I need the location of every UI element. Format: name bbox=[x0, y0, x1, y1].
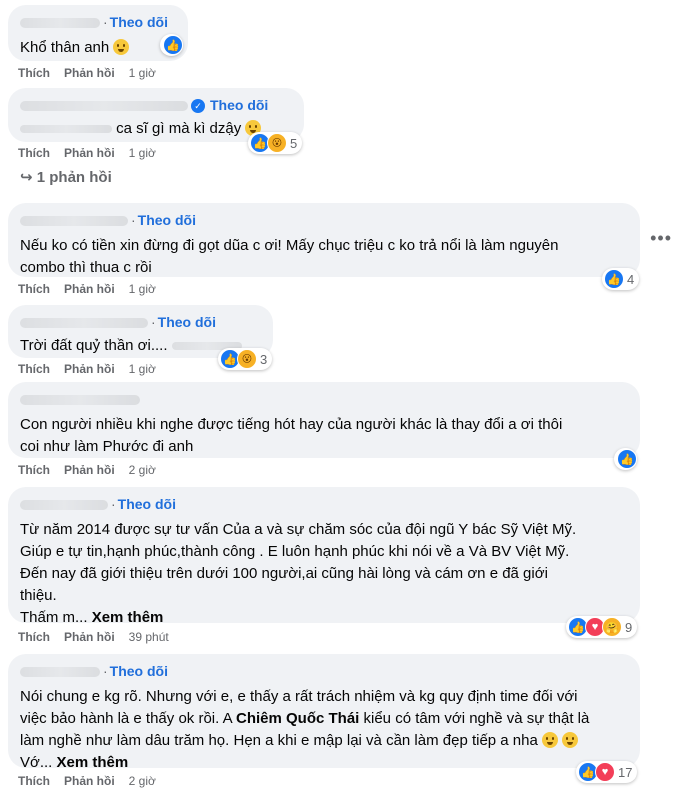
timestamp[interactable]: 1 giờ bbox=[129, 282, 156, 296]
commenter-name[interactable] bbox=[20, 395, 140, 406]
comment-bubble: · Theo dõi Nếu ko có tiền xin đừng đi gọt… bbox=[8, 203, 640, 277]
comment-actions: Thích Phản hồi 1 giờ bbox=[18, 362, 156, 376]
follow-button[interactable]: Theo dõi bbox=[138, 212, 196, 228]
comment-bubble: · Theo dõi Nói chung e kg rõ. Nhưng với e… bbox=[8, 654, 640, 771]
comment-bubble: · Theo dõi Từ năm 2014 được sự tư vấn Của… bbox=[8, 487, 640, 626]
comment-text: Nói chung e kg rõ. Nhưng với e, e thấy a… bbox=[20, 688, 590, 771]
view-replies-link[interactable]: ↪ 1 phản hồi bbox=[20, 168, 112, 186]
reaction-summary[interactable]: 👍 ♥ 🤗 9 bbox=[566, 616, 638, 638]
like-button[interactable]: Thích bbox=[18, 463, 50, 477]
comment-actions: Thích Phản hồi 2 giờ bbox=[18, 774, 156, 788]
wow-reaction-icon: 😮 bbox=[237, 349, 257, 369]
reaction-summary[interactable]: 👍 bbox=[614, 448, 637, 470]
reaction-summary[interactable]: 👍 ♥ 17 bbox=[576, 761, 638, 783]
crying-emoji-icon bbox=[113, 39, 130, 55]
commenter-name[interactable] bbox=[20, 18, 100, 29]
commenter-name[interactable] bbox=[20, 667, 100, 678]
like-button[interactable]: Thích bbox=[18, 282, 50, 296]
love-reaction-icon: ♥ bbox=[595, 762, 615, 782]
reaction-summary[interactable]: 👍 😮 5 bbox=[248, 132, 303, 154]
see-more-link[interactable]: Xem thêm bbox=[92, 609, 164, 626]
reply-button[interactable]: Phản hồi bbox=[64, 774, 115, 788]
tagged-name-link[interactable]: Chiêm Quốc Thái bbox=[236, 710, 359, 727]
see-more-link[interactable]: Xem thêm bbox=[57, 754, 129, 771]
commenter-name[interactable] bbox=[20, 318, 148, 329]
like-button[interactable]: Thích bbox=[18, 362, 50, 376]
reply-button[interactable]: Phản hồi bbox=[64, 630, 115, 644]
like-button[interactable]: Thích bbox=[18, 774, 50, 788]
reaction-summary[interactable]: 👍 😮 3 bbox=[218, 348, 273, 370]
follow-button[interactable]: Theo dõi bbox=[158, 314, 216, 330]
follow-button[interactable]: Theo dõi bbox=[210, 97, 268, 113]
comment-bubble: · Theo dõi Khổ thân anh bbox=[8, 5, 188, 61]
comment-bubble: Con người nhiều khi nghe được tiếng hót … bbox=[8, 382, 640, 458]
commenter-name[interactable] bbox=[20, 101, 188, 112]
reply-button[interactable]: Phản hồi bbox=[64, 282, 115, 296]
more-options-icon[interactable]: ••• bbox=[650, 228, 672, 249]
timestamp[interactable]: 1 giờ bbox=[129, 362, 156, 376]
comment-text: Con người nhiều khi nghe được tiếng hót … bbox=[20, 416, 563, 455]
reply-button[interactable]: Phản hồi bbox=[64, 362, 115, 376]
timestamp[interactable]: 1 giờ bbox=[129, 66, 156, 80]
like-reaction-icon: 👍 bbox=[163, 35, 183, 55]
timestamp[interactable]: 2 giờ bbox=[129, 463, 156, 477]
kiss-emoji-icon bbox=[562, 732, 579, 748]
kiss-emoji-icon bbox=[542, 732, 559, 748]
comment-text: Từ năm 2014 được sự tư vấn Của a và sự c… bbox=[20, 521, 577, 626]
follow-button[interactable]: Theo dõi bbox=[110, 663, 168, 679]
reply-button[interactable]: Phản hồi bbox=[64, 66, 115, 80]
timestamp[interactable]: 2 giờ bbox=[129, 774, 156, 788]
reply-button[interactable]: Phản hồi bbox=[64, 146, 115, 160]
comment-text: Khổ thân anh bbox=[20, 37, 176, 59]
comment-actions: Thích Phản hồi 1 giờ bbox=[18, 66, 156, 80]
comment-actions: Thích Phản hồi 1 giờ bbox=[18, 282, 156, 296]
like-reaction-icon: 👍 bbox=[604, 269, 624, 289]
reply-button[interactable]: Phản hồi bbox=[64, 463, 115, 477]
verified-badge-icon: ✓ bbox=[191, 99, 205, 114]
like-button[interactable]: Thích bbox=[18, 146, 50, 160]
comment-text: Nếu ko có tiền xin đừng đi gọt dũa c ơi!… bbox=[20, 237, 559, 276]
comment-actions: Thích Phản hồi 1 giờ bbox=[18, 146, 156, 160]
comment-actions: Thích Phản hồi 2 giờ bbox=[18, 463, 156, 477]
commenter-name[interactable] bbox=[20, 216, 128, 227]
care-reaction-icon: 🤗 bbox=[602, 617, 622, 637]
reaction-summary[interactable]: 👍 4 bbox=[602, 268, 640, 290]
like-button[interactable]: Thích bbox=[18, 66, 50, 80]
like-reaction-icon: 👍 bbox=[617, 449, 637, 469]
follow-button[interactable]: Theo dõi bbox=[118, 496, 176, 512]
timestamp[interactable]: 1 giờ bbox=[129, 146, 156, 160]
commenter-name[interactable] bbox=[20, 500, 108, 511]
wow-reaction-icon: 😮 bbox=[267, 133, 287, 153]
timestamp[interactable]: 39 phút bbox=[129, 630, 169, 644]
like-button[interactable]: Thích bbox=[18, 630, 50, 644]
follow-button[interactable]: Theo dõi bbox=[110, 14, 168, 30]
reaction-summary[interactable]: 👍 bbox=[160, 34, 183, 56]
comment-actions: Thích Phản hồi 39 phút bbox=[18, 630, 169, 644]
